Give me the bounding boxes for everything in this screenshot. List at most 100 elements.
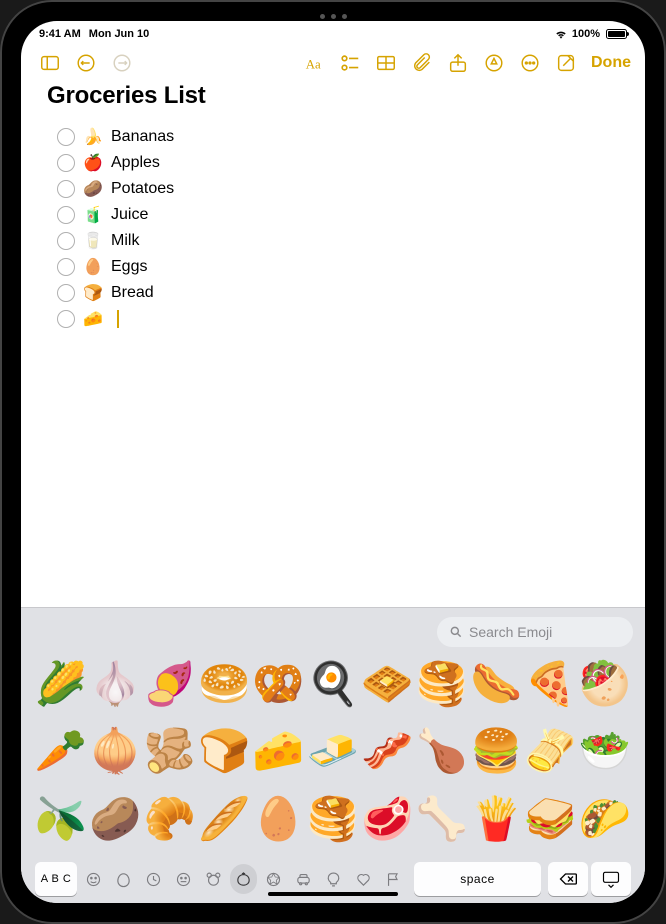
emoji-key[interactable]: 🥐 [144, 793, 196, 845]
category-food[interactable] [230, 864, 257, 894]
status-date: Mon Jun 10 [89, 28, 150, 40]
table-button[interactable] [371, 48, 401, 78]
share-button[interactable] [443, 48, 473, 78]
checklist-checkbox[interactable] [57, 310, 75, 328]
checklist-checkbox[interactable] [57, 258, 75, 276]
emoji-key[interactable]: 🥪 [525, 793, 577, 845]
emoji-key[interactable]: 🍗 [416, 726, 468, 778]
emoji-key[interactable]: 🌽 [35, 658, 87, 710]
emoji-key[interactable]: 🧈 [307, 726, 359, 778]
delete-key[interactable] [548, 862, 588, 896]
emoji-key[interactable]: 🥔 [89, 793, 141, 845]
checklist[interactable]: 🍌Bananas🍎Apples 🥔 Potatoes 🧃 Juice 🥛Milk🥚Eggs… [47, 124, 619, 332]
more-button[interactable] [515, 48, 545, 78]
emoji-key[interactable]: 🥗 [579, 726, 631, 778]
emoji-key[interactable]: 🫒 [35, 793, 87, 845]
checklist-item[interactable]: 🥛Milk [57, 228, 619, 254]
checklist-item-label: Potatoes [111, 180, 174, 198]
category-flags[interactable] [380, 864, 407, 894]
emoji-key[interactable]: 🫚 [144, 726, 196, 778]
category-frequently-used[interactable] [80, 864, 107, 894]
new-note-button[interactable] [551, 48, 581, 78]
emoji-key[interactable]: 🧇 [361, 658, 413, 710]
emoji-key[interactable]: 🍟 [470, 793, 522, 845]
camera-dot [320, 14, 325, 19]
emoji-key[interactable]: 🥩 [361, 793, 413, 845]
checklist-item-label: Eggs [111, 258, 147, 276]
emoji-key[interactable]: 🍕 [525, 658, 577, 710]
sidebar-toggle-button[interactable] [35, 48, 65, 78]
emoji-keyboard: Search Emoji 🌽🧄🍠🥯🥨🍳🧇🥞🌭🍕🥙🥕🧅🫚🍞🧀🧈🥓🍗🍔🫔🥗🫒🥔🥐🥖🥚… [21, 607, 645, 903]
abc-key[interactable]: A B C [35, 862, 77, 896]
dismiss-keyboard-key[interactable] [591, 862, 631, 896]
checklist-item-emoji: 🧃 [83, 205, 103, 225]
checklist-item-emoji: 🥔 [83, 179, 103, 199]
emoji-key[interactable]: 🥕 [35, 726, 87, 778]
category-travel[interactable] [290, 864, 317, 894]
emoji-key[interactable]: 🍔 [470, 726, 522, 778]
redo-button[interactable] [107, 48, 137, 78]
checklist-item-emoji: 🥛 [83, 231, 103, 251]
emoji-search-placeholder: Search Emoji [469, 624, 552, 640]
note-title[interactable]: Groceries List [47, 82, 619, 110]
battery-percentage: 100% [572, 28, 600, 40]
emoji-key[interactable]: 🥯 [198, 658, 250, 710]
emoji-key[interactable]: 🌭 [470, 658, 522, 710]
checklist-item-emoji: 🍎 [83, 153, 103, 173]
category-symbols[interactable] [350, 864, 377, 894]
checklist-item[interactable]: 🍌Bananas [57, 124, 619, 150]
checklist-item[interactable]: 🍎Apples [57, 150, 619, 176]
checklist-button[interactable] [335, 48, 365, 78]
category-objects[interactable] [320, 864, 347, 894]
checklist-checkbox[interactable] [57, 154, 75, 172]
category-smileys[interactable] [110, 864, 137, 894]
checklist-item-emoji: 🍞 [83, 283, 103, 303]
category-activity[interactable] [260, 864, 287, 894]
checklist-checkbox[interactable] [57, 128, 75, 146]
category-recent[interactable] [140, 864, 167, 894]
checklist-item[interactable]: 🥔 Potatoes [57, 176, 619, 202]
emoji-row: 🫒🥔🥐🥖🥚🥞🥩🦴🍟🥪🌮 [35, 789, 631, 849]
undo-button[interactable] [71, 48, 101, 78]
emoji-key[interactable]: 🥖 [198, 793, 250, 845]
checklist-checkbox[interactable] [57, 180, 75, 198]
checklist-item[interactable]: 🍞Bread [57, 280, 619, 306]
emoji-row: 🥕🧅🫚🍞🧀🧈🥓🍗🍔🫔🥗 [35, 722, 631, 782]
emoji-key[interactable]: 🥓 [361, 726, 413, 778]
category-animals[interactable] [200, 864, 227, 894]
search-icon [449, 625, 463, 639]
checklist-checkbox[interactable] [57, 206, 75, 224]
text-cursor [117, 310, 119, 328]
emoji-key[interactable]: 🌮 [579, 793, 631, 845]
space-key[interactable]: space [414, 862, 541, 896]
checklist-checkbox[interactable] [57, 284, 75, 302]
status-bar: 9:41 AM Mon Jun 10 100% [21, 21, 645, 45]
emoji-key[interactable]: 🥨 [253, 658, 305, 710]
emoji-key[interactable]: 🍠 [144, 658, 196, 710]
category-people-smileys[interactable] [170, 864, 197, 894]
note-body[interactable]: Groceries List 🍌Bananas🍎Apples 🥔 Potatoes 🧃… [21, 81, 645, 607]
checklist-item[interactable]: 🧃 Juice [57, 202, 619, 228]
emoji-key[interactable]: 🫔 [525, 726, 577, 778]
emoji-key[interactable]: 🧄 [89, 658, 141, 710]
emoji-key[interactable]: 🥙 [579, 658, 631, 710]
done-button[interactable]: Done [591, 54, 631, 72]
emoji-key[interactable]: 🧀 [253, 726, 305, 778]
emoji-key[interactable]: 🧅 [89, 726, 141, 778]
attachment-button[interactable] [407, 48, 437, 78]
home-indicator[interactable] [268, 892, 398, 897]
format-button[interactable]: Aa [299, 48, 329, 78]
markup-button[interactable] [479, 48, 509, 78]
checklist-checkbox[interactable] [57, 232, 75, 250]
emoji-key[interactable]: 🍞 [198, 726, 250, 778]
checklist-item[interactable]: 🧀 [57, 306, 619, 332]
emoji-key[interactable]: 🥞 [307, 793, 359, 845]
emoji-key[interactable]: 🥚 [253, 793, 305, 845]
checklist-item[interactable]: 🥚Eggs [57, 254, 619, 280]
emoji-key[interactable]: 🥞 [416, 658, 468, 710]
emoji-key[interactable]: 🦴 [416, 793, 468, 845]
emoji-search-input[interactable]: Search Emoji [437, 617, 633, 647]
emoji-key[interactable]: 🍳 [307, 658, 359, 710]
checklist-item-emoji: 🍌 [83, 127, 103, 147]
checklist-item-label: Juice [111, 206, 148, 224]
